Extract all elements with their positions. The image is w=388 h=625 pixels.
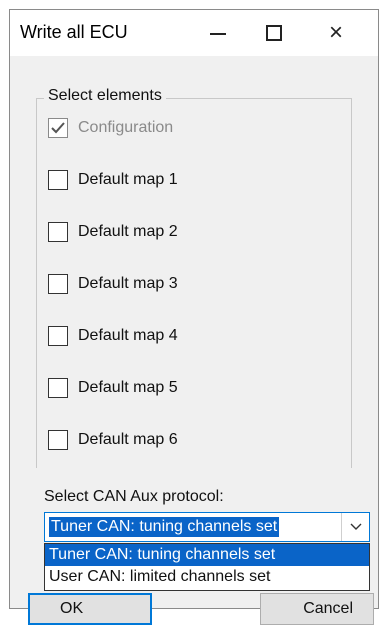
checkbox-label: Default map 2 — [78, 223, 178, 240]
minimize-icon — [210, 33, 226, 35]
can-protocol-label: Select CAN Aux protocol: — [44, 488, 224, 505]
default-map-3-checkbox[interactable] — [48, 274, 68, 294]
chevron-down-icon — [350, 523, 361, 530]
ok-button[interactable]: OK — [28, 593, 152, 625]
checkbox-row-default-map-4[interactable]: Default map 4 — [48, 324, 178, 348]
group-legend: Select elements — [44, 87, 166, 105]
default-map-2-checkbox[interactable] — [48, 222, 68, 242]
checkbox-label: Default map 5 — [78, 379, 178, 396]
default-map-4-checkbox[interactable] — [48, 326, 68, 346]
can-protocol-combobox[interactable]: Tuner CAN: tuning channels set — [44, 512, 370, 542]
can-protocol-dropdown-list: Tuner CAN: tuning channels set User CAN:… — [44, 543, 370, 591]
minimize-button[interactable] — [190, 10, 246, 56]
close-button[interactable]: × — [308, 10, 364, 56]
default-map-1-checkbox[interactable] — [48, 170, 68, 190]
close-icon: × — [328, 19, 343, 46]
dropdown-option[interactable]: User CAN: limited channels set — [45, 566, 369, 588]
checkbox-label: Default map 1 — [78, 171, 178, 188]
checkmark-icon — [51, 122, 65, 134]
dropdown-option[interactable]: Tuner CAN: tuning channels set — [45, 544, 369, 566]
maximize-button[interactable] — [246, 10, 302, 56]
combobox-selected-value: Tuner CAN: tuning channels set — [49, 517, 280, 537]
checkbox-row-default-map-3[interactable]: Default map 3 — [48, 272, 178, 296]
window-title: Write all ECU — [20, 22, 128, 42]
cancel-button[interactable]: Cancel — [260, 593, 374, 625]
checkbox-row-default-map-1[interactable]: Default map 1 — [48, 168, 178, 192]
checkbox-row-configuration[interactable]: Configuration — [48, 116, 173, 140]
checkbox-row-default-map-5[interactable]: Default map 5 — [48, 376, 178, 400]
checkbox-label: Default map 6 — [78, 431, 178, 448]
checkbox-row-default-map-2[interactable]: Default map 2 — [48, 220, 178, 244]
default-map-5-checkbox[interactable] — [48, 378, 68, 398]
write-all-ecu-dialog: Write all ECU × Select elements Configur… — [9, 9, 379, 625]
checkbox-label: Default map 3 — [78, 275, 178, 292]
dropdown-toggle[interactable] — [341, 513, 369, 541]
title-bar[interactable]: Write all ECU × — [10, 10, 378, 56]
checkbox-label: Default map 4 — [78, 327, 178, 344]
checkbox-row-default-map-6[interactable]: Default map 6 — [48, 428, 178, 452]
default-map-6-checkbox[interactable] — [48, 430, 68, 450]
checkbox-label: Configuration — [78, 119, 174, 136]
maximize-icon — [266, 25, 282, 41]
configuration-checkbox[interactable] — [48, 118, 68, 138]
